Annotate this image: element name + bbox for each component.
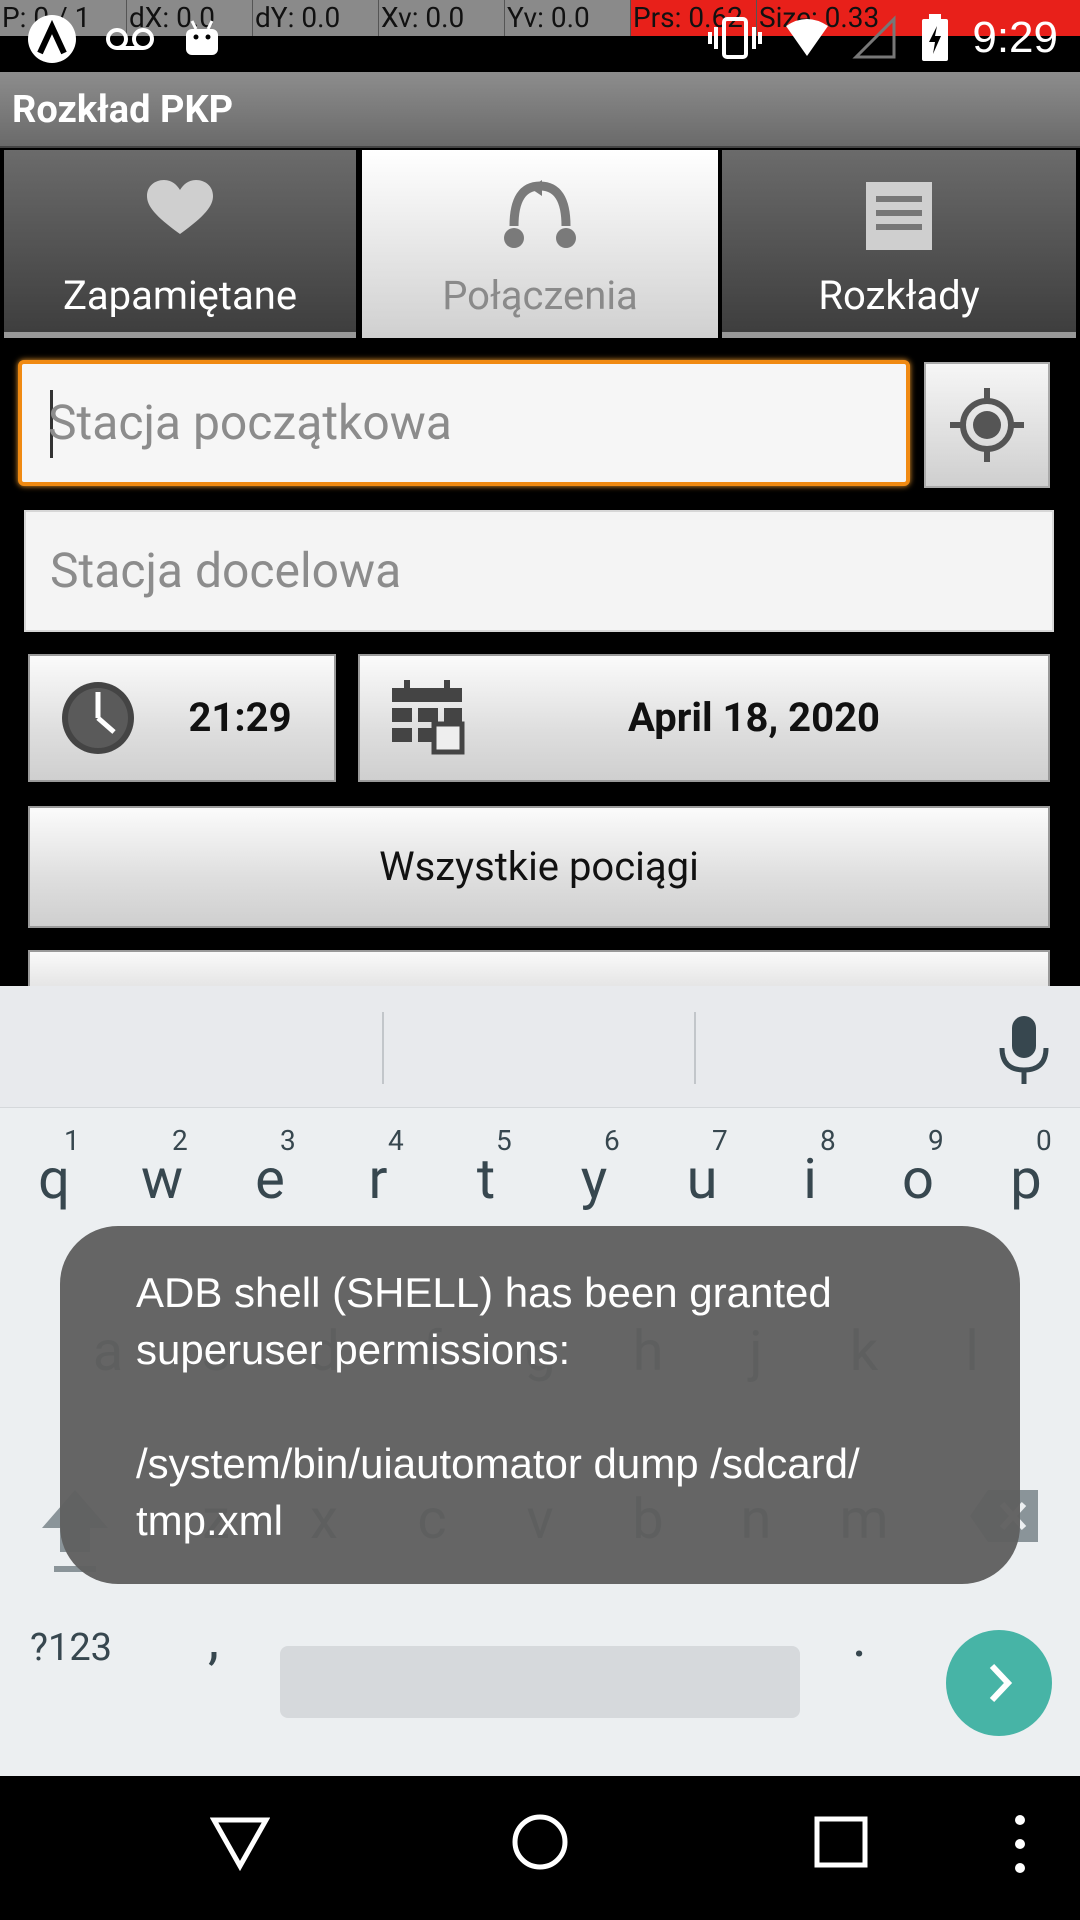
space-key[interactable] — [280, 1646, 800, 1718]
suggestion-strip — [0, 986, 1080, 1108]
period-key[interactable]: . — [852, 1604, 867, 1670]
wifi-icon — [786, 19, 829, 56]
chevron-right-icon — [989, 1663, 1013, 1703]
key-hint: 2 — [172, 1124, 188, 1157]
vibrate-icon — [708, 17, 763, 59]
key-i[interactable]: 8i — [760, 1124, 860, 1234]
navigation-bar — [0, 1776, 1080, 1920]
key-r[interactable]: 4r — [328, 1124, 428, 1234]
toast-message: ADB shell (SHELL) has been granted super… — [136, 1269, 860, 1544]
heart-icon — [147, 180, 213, 234]
calendar-icon — [392, 680, 465, 755]
key-char: q — [38, 1146, 70, 1212]
locate-station-button[interactable] — [924, 362, 1050, 488]
connection-icon — [504, 180, 576, 248]
key-char: y — [580, 1146, 608, 1212]
key-char: u — [686, 1146, 718, 1212]
tab-saved-label: Zapamiętane — [62, 272, 298, 319]
key-e[interactable]: 3e — [220, 1124, 320, 1234]
no-signal-icon — [852, 15, 896, 59]
key-hint: 6 — [604, 1124, 620, 1157]
key-char: r — [368, 1146, 388, 1212]
recents-icon[interactable] — [814, 1812, 868, 1872]
list-icon — [866, 182, 932, 250]
tab-connections-label: Połączenia — [442, 272, 638, 319]
velocity-y: Yv: 0.0 — [504, 0, 630, 36]
search-button[interactable] — [28, 950, 1050, 986]
microphone-icon[interactable] — [996, 1016, 1052, 1086]
suggestion-divider — [694, 1012, 696, 1084]
tab-timetables-label: Rozkłady — [818, 272, 980, 319]
time-picker-button[interactable]: 21:29 — [28, 654, 336, 782]
key-q[interactable]: 1q — [4, 1124, 104, 1234]
tab-timetables[interactable]: Rozkłady — [722, 150, 1076, 338]
key-hint: 5 — [496, 1124, 512, 1157]
destination-station-input[interactable]: Stacja docelowa — [24, 510, 1054, 632]
all-trains-label: Wszystkie pociągi — [379, 843, 699, 890]
home-icon[interactable] — [510, 1812, 570, 1872]
key-p[interactable]: 0p — [976, 1124, 1076, 1234]
next-key[interactable] — [946, 1630, 1052, 1736]
delta-y: dY: 0.0 — [252, 0, 378, 36]
key-hint: 4 — [388, 1124, 404, 1157]
tab-saved[interactable]: Zapamiętane — [4, 150, 356, 338]
key-hint: 7 — [712, 1124, 728, 1157]
selected-date: April 18, 2020 — [628, 694, 880, 741]
key-t[interactable]: 5t — [436, 1124, 536, 1234]
battery-charging-icon — [922, 14, 949, 61]
comma-key[interactable]: , — [208, 1606, 219, 1672]
overflow-menu-icon[interactable] — [1008, 1812, 1032, 1876]
status-clock: 9:29 — [972, 13, 1058, 62]
gps-target-icon — [950, 388, 1024, 462]
key-u[interactable]: 7u — [652, 1124, 752, 1234]
key-y[interactable]: 6y — [544, 1124, 644, 1234]
superuser-toast: ADB shell (SHELL) has been granted super… — [60, 1226, 1020, 1584]
symbols-key[interactable]: ?123 — [30, 1626, 112, 1670]
system-status-icons: 9:29 — [708, 10, 1058, 66]
key-char: e — [255, 1146, 285, 1212]
android-icon — [186, 20, 218, 55]
android-debug-icon — [28, 15, 76, 63]
destination-station-placeholder: Stacja docelowa — [50, 542, 402, 599]
notification-icons — [26, 14, 222, 64]
velocity-x: Xv: 0.0 — [378, 0, 504, 36]
key-hint: 0 — [1036, 1124, 1052, 1157]
voicemail-icon — [106, 28, 154, 50]
key-char: i — [803, 1146, 817, 1212]
clock-icon — [62, 682, 134, 754]
selected-time: 21:29 — [188, 694, 292, 741]
status-bar: P: 0 / 1 dX: 0.0 dY: 0.0 Xv: 0.0 Yv: 0.0… — [0, 0, 1080, 72]
key-hint: 3 — [280, 1124, 296, 1157]
suggestion-divider — [382, 1012, 384, 1084]
start-station-input[interactable]: Stacja początkowa — [18, 360, 910, 486]
app-title: Rozkład PKP — [12, 88, 234, 132]
key-w[interactable]: 2w — [112, 1124, 212, 1234]
key-hint: 9 — [928, 1124, 944, 1157]
back-icon[interactable] — [210, 1812, 270, 1872]
action-bar: Rozkład PKP — [0, 72, 1080, 148]
connection-search-form: Stacja początkowa Stacja docelowa 21:29 … — [0, 340, 1080, 986]
key-o[interactable]: 9o — [868, 1124, 968, 1234]
key-hint: 1 — [64, 1124, 80, 1157]
all-trains-button[interactable]: Wszystkie pociągi — [28, 806, 1050, 928]
date-picker-button[interactable]: April 18, 2020 — [358, 654, 1050, 782]
tab-connections[interactable]: Połączenia — [362, 150, 718, 338]
key-hint: 8 — [820, 1124, 836, 1157]
key-char: t — [476, 1146, 496, 1212]
tab-bar: Zapamiętane Połączenia Rozkłady — [0, 148, 1080, 340]
start-station-placeholder: Stacja początkowa — [48, 394, 452, 451]
key-char: o — [902, 1146, 934, 1212]
key-char: w — [140, 1146, 184, 1212]
key-char: p — [1010, 1146, 1042, 1212]
